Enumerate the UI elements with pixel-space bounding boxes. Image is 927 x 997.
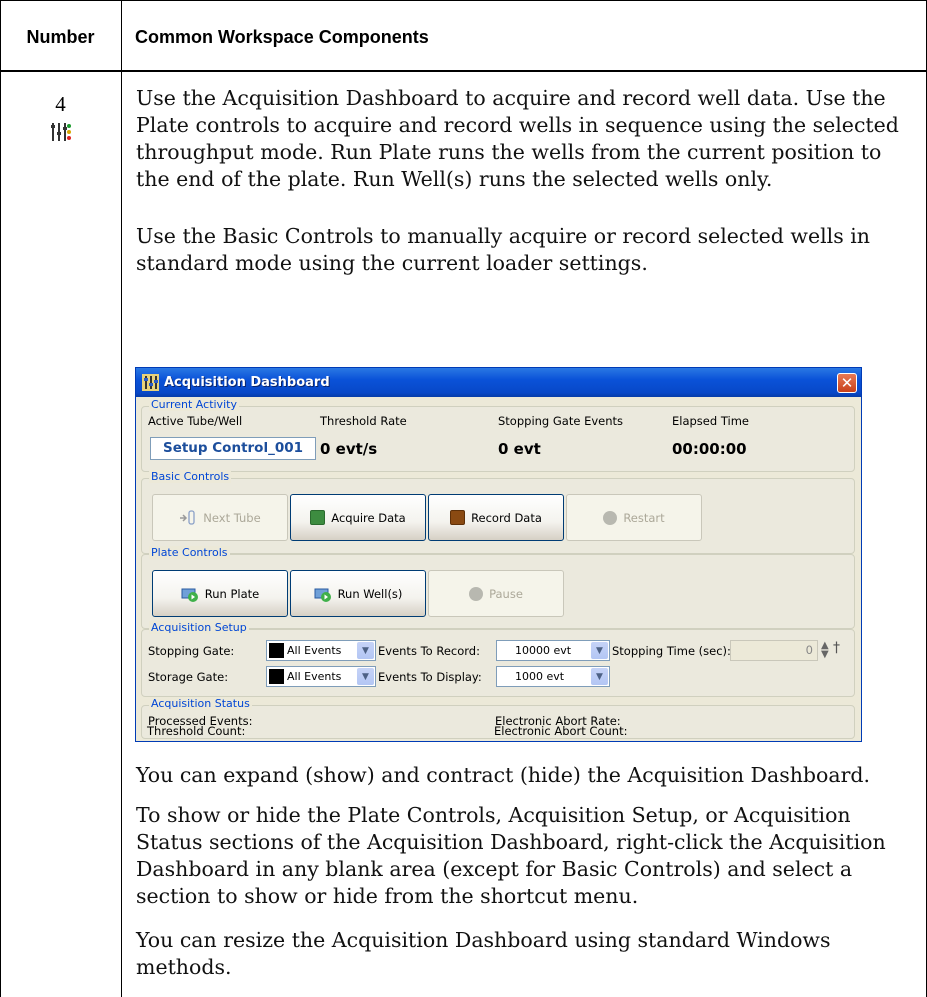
- run-plate-icon: [181, 588, 198, 602]
- active-tube-label: Active Tube/Well: [148, 414, 243, 428]
- chevron-down-icon: ▼: [357, 668, 374, 685]
- paragraph-show-hide: To show or hide the Plate Controls, Acqu…: [136, 803, 886, 908]
- acquisition-setup-group: Acquisition Setup Stopping Gate: All Eve…: [141, 621, 855, 697]
- run-plate-button[interactable]: Run Plate: [152, 570, 288, 617]
- storage-gate-label: Storage Gate:: [148, 670, 229, 684]
- acquire-data-label: Acquire Data: [331, 510, 406, 525]
- threshold-rate-value: 0 evt/s: [320, 440, 378, 458]
- next-tube-icon: [180, 509, 195, 525]
- next-tube-button[interactable]: Next Tube: [152, 494, 288, 541]
- table-header-row: Number Common Workspace Components: [0, 0, 927, 72]
- paragraph-resize: You can resize the Acquisition Dashboard…: [136, 928, 831, 979]
- run-wells-icon: [314, 588, 331, 602]
- electronic-abort-count-label: Electronic Abort Count:: [494, 724, 628, 738]
- header-number: Number: [26, 26, 95, 47]
- current-activity-group: Current Activity Active Tube/Well Thresh…: [141, 398, 855, 472]
- stopping-time-label: Stopping Time (sec):: [612, 644, 731, 658]
- storage-gate-value: All Events: [287, 670, 342, 683]
- row-number: 4: [55, 92, 66, 116]
- pause-label: Pause: [489, 586, 523, 601]
- acquire-data-button[interactable]: Acquire Data: [290, 494, 426, 541]
- spinner-icon[interactable]: ▲ ▼: [821, 641, 829, 660]
- pause-button[interactable]: Pause: [428, 570, 564, 617]
- run-plate-label: Run Plate: [204, 586, 260, 601]
- events-to-record-label: Events To Record:: [378, 644, 480, 658]
- paragraph-intro: Use the Acquisition Dashboard to acquire…: [136, 86, 899, 191]
- restart-label: Restart: [623, 510, 665, 525]
- run-wells-button[interactable]: Run Well(s): [290, 570, 426, 617]
- acquire-square-icon: [310, 510, 326, 525]
- storage-gate-select[interactable]: All Events ▼: [266, 666, 376, 687]
- window-title: Acquisition Dashboard: [164, 375, 330, 390]
- run-wells-label: Run Well(s): [337, 586, 403, 601]
- stopping-gate-select[interactable]: All Events ▼: [266, 640, 376, 661]
- group-label-acquisition-status: Acquisition Status: [149, 697, 252, 710]
- gate-color-swatch: [269, 669, 284, 684]
- elapsed-time-value: 00:00:00: [672, 440, 747, 458]
- stopping-time-unit-icon: †: [833, 640, 840, 656]
- restart-icon: [603, 510, 618, 525]
- gate-color-swatch: [269, 643, 284, 658]
- events-to-display-select[interactable]: 1000 evt ▼: [496, 666, 610, 687]
- pause-icon: [469, 586, 484, 601]
- stopping-gate-events-value: 0 evt: [498, 440, 541, 458]
- events-to-record-select[interactable]: 10000 evt ▼: [496, 640, 610, 661]
- paragraph-basic-controls: Use the Basic Controls to manually acqui…: [136, 224, 870, 275]
- group-label-plate-controls: Plate Controls: [149, 546, 230, 559]
- record-data-button[interactable]: Record Data: [428, 494, 564, 541]
- header-components: Common Workspace Components: [135, 26, 429, 47]
- title-bar[interactable]: Acquisition Dashboard ✕: [136, 368, 861, 397]
- active-tube-field: Setup Control_001: [150, 437, 316, 460]
- chevron-down-icon: ▼: [357, 642, 374, 659]
- close-button[interactable]: ✕: [837, 373, 857, 393]
- restart-button[interactable]: Restart: [566, 494, 702, 541]
- chevron-down-icon: ▼: [591, 668, 608, 685]
- components-table: Number Common Workspace Components 4 Use…: [0, 0, 927, 997]
- group-label-acquisition-setup: Acquisition Setup: [149, 621, 249, 634]
- table-left-border: [0, 0, 1, 997]
- basic-controls-group: Basic Controls Next Tube Acquire Data Re…: [141, 470, 855, 554]
- acquisition-dashboard-window: Acquisition Dashboard ✕ Current Activity…: [135, 367, 862, 742]
- group-label-basic-controls: Basic Controls: [149, 470, 232, 483]
- stopping-time-input[interactable]: 0: [730, 640, 818, 661]
- stopping-gate-label: Stopping Gate:: [148, 644, 235, 658]
- threshold-rate-label: Threshold Rate: [320, 414, 407, 428]
- acquisition-dashboard-icon: [51, 123, 71, 141]
- events-to-display-label: Events To Display:: [378, 670, 482, 684]
- stopping-gate-events-label: Stopping Gate Events: [498, 414, 624, 428]
- dashboard-app-icon: [142, 374, 159, 391]
- elapsed-time-label: Elapsed Time: [672, 414, 749, 428]
- events-to-record-value: 10000 evt: [515, 644, 572, 657]
- record-data-label: Record Data: [471, 510, 542, 525]
- plate-controls-group: Plate Controls Run Plate Run Well(s) Pau…: [141, 546, 855, 629]
- paragraph-expand: You can expand (show) and contract (hide…: [136, 763, 871, 787]
- chevron-down-icon: ▼: [591, 642, 608, 659]
- column-divider: [121, 0, 122, 997]
- group-label-current-activity: Current Activity: [149, 398, 239, 411]
- threshold-count-label: Threshold Count:: [147, 724, 246, 738]
- stopping-gate-value: All Events: [287, 644, 342, 657]
- events-to-display-value: 1000 evt: [515, 670, 565, 683]
- next-tube-label: Next Tube: [203, 510, 261, 525]
- record-square-icon: [450, 510, 466, 525]
